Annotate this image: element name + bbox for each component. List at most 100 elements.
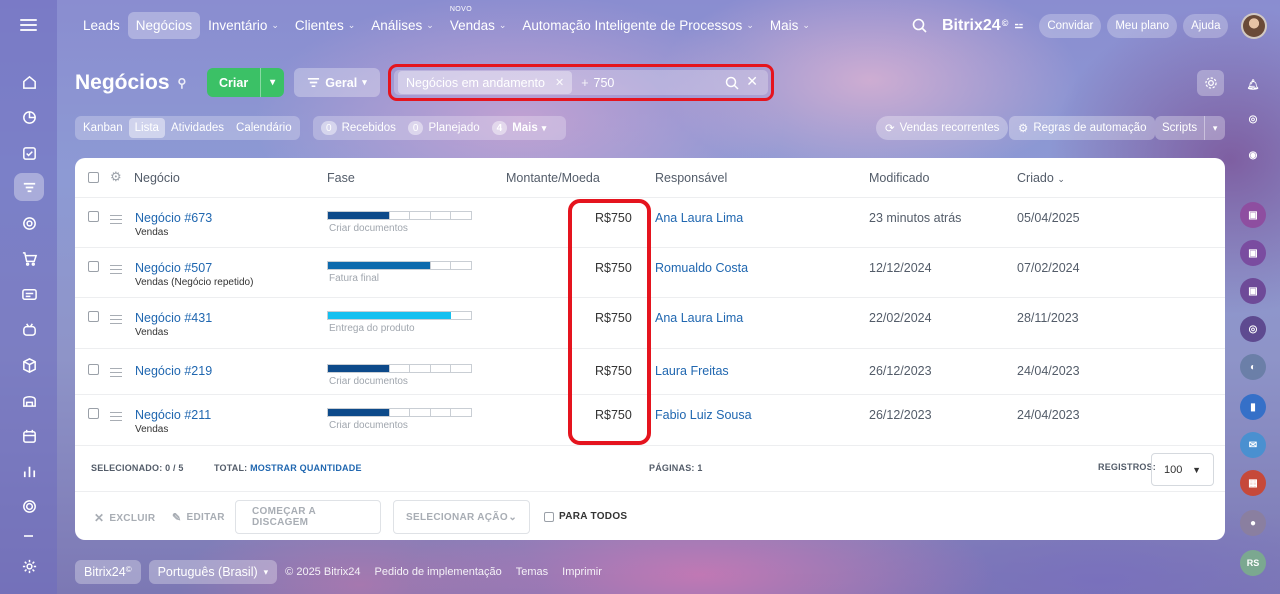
drag-handle-icon[interactable] xyxy=(110,365,122,380)
user-avatar[interactable] xyxy=(1241,13,1267,39)
stage-progress[interactable] xyxy=(327,261,472,270)
deal-link[interactable]: Negócio #211 xyxy=(135,408,211,422)
settings-icon[interactable] xyxy=(14,552,44,580)
language-selector[interactable]: Português (Brasil) ▾ xyxy=(148,560,278,584)
edit-action[interactable]: ✎ EDITAR xyxy=(172,511,225,524)
filter-chip[interactable]: Negócios em andamento ✕ xyxy=(398,71,573,94)
calendar-icon[interactable] xyxy=(14,422,44,450)
nav-item-5[interactable]: NOVO Vendas ⌄ xyxy=(442,6,515,39)
deal-link[interactable]: Negócio #673 xyxy=(135,211,212,225)
automation-rules-button[interactable]: ⚙ Regras de automação xyxy=(1009,116,1156,140)
filter-search-input[interactable]: Negócios em andamento ✕ +750 ✕ xyxy=(394,70,768,95)
show-quantity-link[interactable]: MOSTRAR QUANTIDADE xyxy=(250,463,362,473)
chat-icon[interactable]: ◉ xyxy=(1240,142,1266,168)
responsible-link[interactable]: Fabio Luiz Sousa xyxy=(655,408,752,422)
stage-progress[interactable] xyxy=(327,211,472,220)
menu-icon[interactable] xyxy=(20,16,37,34)
create-label[interactable]: Criar xyxy=(207,68,262,97)
stage-progress[interactable] xyxy=(327,364,472,373)
deal-link[interactable]: Negócio #431 xyxy=(135,311,212,325)
column-modified[interactable]: Modificado xyxy=(869,171,929,185)
user-initials-avatar[interactable]: RS xyxy=(1240,550,1266,576)
pin-icon[interactable]: ⚲ xyxy=(178,76,187,90)
recurring-sales-button[interactable]: ⟳ Vendas recorrentes xyxy=(876,116,1009,140)
goals-icon[interactable] xyxy=(14,209,44,237)
footer-link-implementation[interactable]: Pedido de implementação xyxy=(375,566,502,578)
search-icon[interactable] xyxy=(724,75,740,91)
search-query[interactable]: +750 xyxy=(581,76,614,90)
for-all-box[interactable] xyxy=(544,511,554,522)
feed-icon[interactable] xyxy=(14,103,44,131)
marketplace-icon[interactable] xyxy=(14,492,44,520)
brand-logo[interactable]: Bitrix24 © ⚍ xyxy=(942,17,1023,35)
select-action-dropdown[interactable]: SELECIONAR AÇÃO ⌄ xyxy=(393,500,530,534)
footer-link-themes[interactable]: Temas xyxy=(516,566,548,578)
counter-planned[interactable]: 0 Planejado xyxy=(407,121,480,135)
contacts-icon[interactable]: ● xyxy=(1240,510,1266,536)
home-icon[interactable] xyxy=(14,68,44,96)
column-created[interactable]: Criado ⌄ xyxy=(1017,171,1065,185)
chevron-down-icon[interactable]: ▾ xyxy=(1205,123,1225,134)
row-checkbox[interactable] xyxy=(88,311,99,322)
create-button[interactable]: Criar ▾ xyxy=(207,68,284,97)
stage-progress[interactable] xyxy=(327,311,472,320)
box-icon[interactable] xyxy=(14,351,44,379)
app-icon-3[interactable]: ▣ xyxy=(1240,278,1266,304)
store-icon[interactable] xyxy=(14,386,44,414)
column-responsible[interactable]: Responsável xyxy=(655,171,727,185)
pulse-icon[interactable]: ◎ xyxy=(1240,106,1266,132)
nav-item-7[interactable]: Mais ⌄ xyxy=(762,12,818,39)
start-dialing-button[interactable]: COMEÇAR A DISCAGEM xyxy=(235,500,381,534)
counter-more[interactable]: 4 Mais ▾ xyxy=(491,121,546,135)
chip-close-icon[interactable]: ✕ xyxy=(555,76,564,89)
messages-icon[interactable]: ✉ xyxy=(1240,432,1266,458)
pipeline-selector[interactable]: Geral ▾ xyxy=(294,68,380,97)
nav-item-0[interactable]: Leads xyxy=(75,12,128,39)
view-tab-1[interactable]: Lista xyxy=(128,118,165,138)
search-icon[interactable] xyxy=(910,16,930,36)
row-checkbox[interactable] xyxy=(88,261,99,272)
responsible-link[interactable]: Ana Laura Lima xyxy=(655,211,743,225)
crm-icon[interactable] xyxy=(14,173,44,201)
my-plan-button[interactable]: Meu plano xyxy=(1107,13,1178,38)
app-icon-1[interactable]: ▣ xyxy=(1240,202,1266,228)
nav-item-6[interactable]: Automação Inteligente de Processos ⌄ xyxy=(514,12,761,39)
close-icon[interactable]: ✕ xyxy=(746,73,758,90)
column-deal[interactable]: Negócio xyxy=(134,171,180,185)
deal-link[interactable]: Negócio #507 xyxy=(135,261,212,275)
robot-icon[interactable] xyxy=(14,315,44,343)
view-tab-0[interactable]: Kanban xyxy=(77,118,129,138)
counter-received[interactable]: 0 Recebidos xyxy=(321,121,396,135)
row-checkbox[interactable] xyxy=(88,211,99,222)
for-all-checkbox[interactable]: PARA TODOS xyxy=(544,511,627,522)
deal-link[interactable]: Negócio #219 xyxy=(135,364,212,378)
gear-icon[interactable]: ⚙ xyxy=(110,169,122,185)
app-icon-2[interactable]: ▣ xyxy=(1240,240,1266,266)
view-tab-2[interactable]: Atividades xyxy=(165,118,230,138)
responsible-link[interactable]: Laura Freitas xyxy=(655,364,729,378)
nav-item-3[interactable]: Clientes ⌄ xyxy=(287,12,363,39)
drag-handle-icon[interactable] xyxy=(110,212,122,227)
column-stage[interactable]: Fase xyxy=(327,171,355,185)
scripts-button[interactable]: Scripts ▾ xyxy=(1155,116,1225,140)
reports-icon[interactable] xyxy=(14,457,44,485)
responsible-link[interactable]: Romualdo Costa xyxy=(655,261,748,275)
nav-item-4[interactable]: Análises ⌄ xyxy=(363,12,442,39)
delete-action[interactable]: ✕ EXCLUIR xyxy=(94,511,155,525)
app-icon-5[interactable]: ◐ xyxy=(1240,354,1266,380)
help-button[interactable]: Ajuda xyxy=(1183,13,1229,38)
nav-item-1[interactable]: Negócios xyxy=(127,12,201,39)
bookmark-icon[interactable]: ▮ xyxy=(1240,394,1266,420)
column-amount[interactable]: Montante/Moeda xyxy=(506,171,600,185)
footer-link-print[interactable]: Imprimir xyxy=(562,566,602,578)
drag-handle-icon[interactable] xyxy=(110,312,122,327)
cart-icon[interactable] xyxy=(14,244,44,272)
row-checkbox[interactable] xyxy=(88,408,99,419)
calendar-icon[interactable]: ▦ xyxy=(1240,470,1266,496)
chevron-down-icon[interactable]: ▾ xyxy=(261,77,284,88)
nav-item-2[interactable]: Inventário ⌄ xyxy=(200,12,287,39)
invite-button[interactable]: Convidar xyxy=(1039,13,1102,38)
toggle-icon[interactable]: ⚍ xyxy=(1014,20,1023,31)
select-all-checkbox[interactable] xyxy=(88,172,99,183)
drag-handle-icon[interactable] xyxy=(110,262,122,277)
